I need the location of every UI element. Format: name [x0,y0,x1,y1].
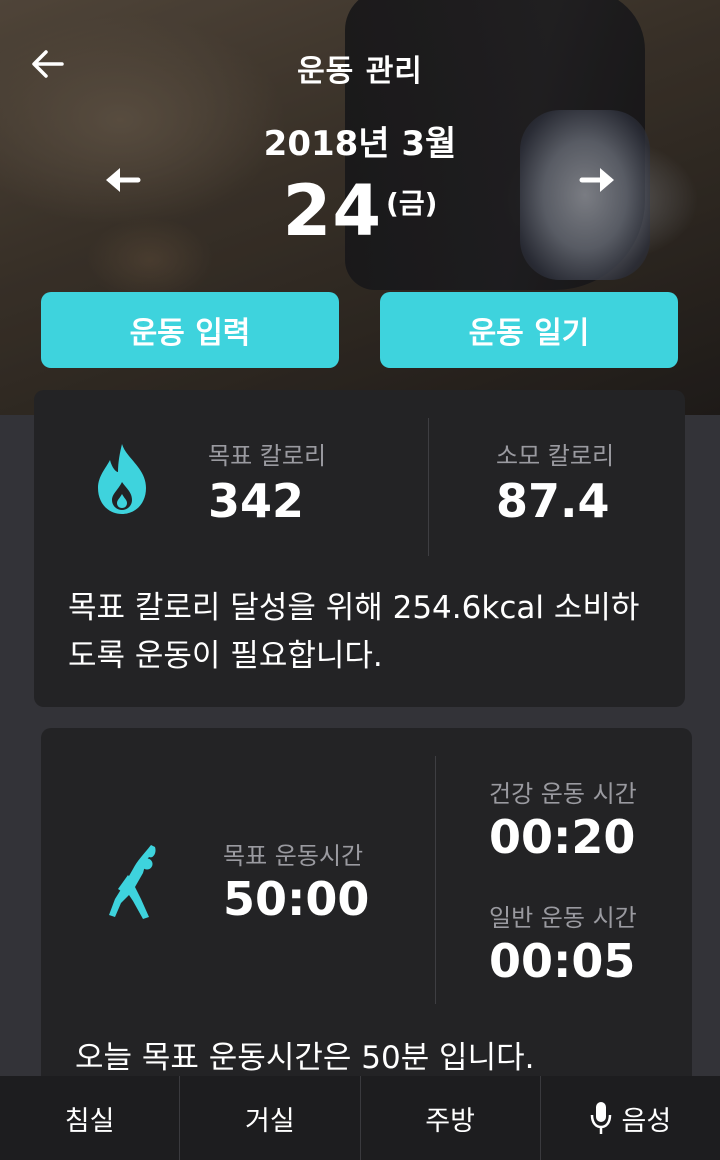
target-exercise-time-value: 50:00 [223,872,370,926]
flame-icon [96,442,148,516]
target-exercise-time-label: 목표 운동시간 [223,842,364,870]
top-bar: 운동 관리 [0,30,720,100]
burned-calorie-value: 87.4 [496,474,610,528]
exercise-time-card: 목표 운동시간 50:00 건강 운동 시간 00:20 일반 운동 시간 00… [41,728,692,1088]
target-calorie-value: 342 [208,474,305,528]
date-day: 24 [282,170,383,252]
exercise-diary-button[interactable]: 운동 일기 [380,292,678,368]
nav-item-voice-label: 음성 [621,1105,672,1137]
date-year-month: 2018년 3월 [263,124,457,164]
nav-item-voice[interactable]: 음성 [541,1076,720,1160]
page-title: 운동 관리 [297,54,423,89]
nav-item-bedroom[interactable]: 침실 [0,1076,181,1160]
healthy-exercise-time-label: 건강 운동 시간 [489,780,637,808]
general-exercise-time-label: 일반 운동 시간 [489,904,637,932]
burned-calorie-label: 소모 칼로리 [496,442,615,470]
calorie-card: 목표 칼로리 342 소모 칼로리 87.4 목표 칼로리 달성을 위해 254… [34,390,685,707]
calorie-message: 목표 칼로리 달성을 위해 254.6kcal 소비하 도록 운동이 필요합니다… [68,584,668,680]
calorie-message-line1: 목표 칼로리 달성을 위해 254.6kcal 소비하 [68,590,640,626]
target-calorie-label: 목표 칼로리 [208,442,327,470]
nav-item-living-room[interactable]: 거실 [180,1076,361,1160]
stretching-person-icon [107,843,163,921]
divider [428,418,429,556]
nav-item-kitchen[interactable]: 주방 [361,1076,541,1160]
healthy-exercise-time-value: 00:20 [489,810,636,864]
divider [435,756,436,1004]
date-weekday: (금) [386,187,438,220]
exercise-input-button[interactable]: 운동 입력 [41,292,339,368]
exercise-message: 오늘 목표 운동시간은 50분 입니다. [75,1040,535,1076]
microphone-icon [590,1101,612,1135]
calorie-message-line2: 도록 운동이 필요합니다. [68,638,383,674]
bottom-nav: 침실 거실 주방 음성 [0,1076,720,1160]
arrow-right-icon[interactable] [576,160,620,200]
general-exercise-time-value: 00:05 [489,934,636,988]
